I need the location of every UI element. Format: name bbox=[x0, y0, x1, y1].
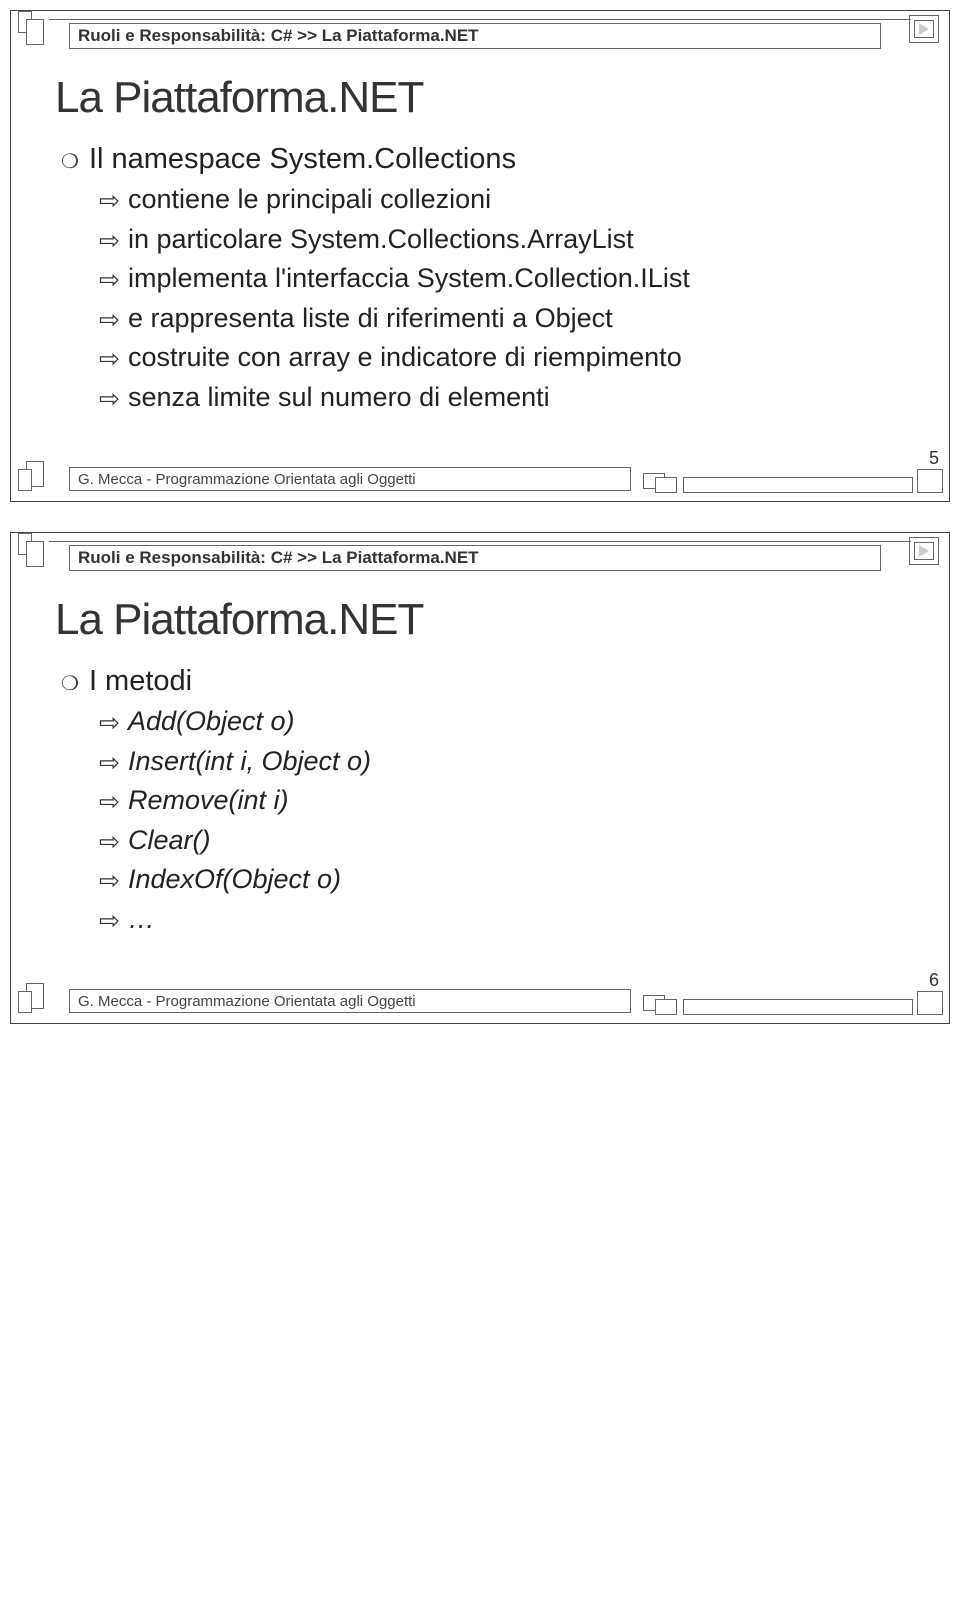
list-item-text: Clear() bbox=[128, 823, 911, 858]
footer-ornament-left bbox=[16, 981, 56, 1021]
arrow-icon: ⇨ bbox=[99, 182, 120, 218]
footer-text-box: G. Mecca - Programmazione Orientata agli… bbox=[69, 989, 631, 1013]
arrow-icon: ⇨ bbox=[99, 744, 120, 780]
footer-ornament-left bbox=[16, 459, 56, 499]
list-item-text: Add(Object o) bbox=[128, 704, 911, 739]
page-number: 6 bbox=[929, 970, 939, 991]
arrow-icon: ⇨ bbox=[99, 301, 120, 337]
list-item-text: senza limite sul numero di elementi bbox=[128, 380, 911, 415]
footer-text: G. Mecca - Programmazione Orientata agli… bbox=[78, 993, 416, 1010]
breadcrumb-text: Ruoli e Responsabilità: C# >> La Piattaf… bbox=[78, 26, 479, 46]
arrow-icon: ⇨ bbox=[99, 823, 120, 859]
arrow-icon: ⇨ bbox=[99, 783, 120, 819]
topic-line: ❍ Il namespace System.Collections bbox=[61, 143, 911, 176]
circle-bullet-icon: ❍ bbox=[61, 671, 79, 696]
slide-2: Ruoli e Responsabilità: C# >> La Piattaf… bbox=[10, 532, 950, 1024]
list-item-text: IndexOf(Object o) bbox=[128, 862, 911, 897]
play-icon bbox=[919, 545, 929, 557]
topic-text: Il namespace System.Collections bbox=[89, 143, 516, 176]
arrow-icon: ⇨ bbox=[99, 340, 120, 376]
header: Ruoli e Responsabilità: C# >> La Piattaf… bbox=[19, 541, 941, 575]
breadcrumb: Ruoli e Responsabilità: C# >> La Piattaf… bbox=[69, 545, 881, 571]
arrow-icon: ⇨ bbox=[99, 222, 120, 258]
breadcrumb: Ruoli e Responsabilità: C# >> La Piattaf… bbox=[69, 23, 881, 49]
list-item-text: Insert(int i, Object o) bbox=[128, 744, 911, 779]
list-item: ⇨ contiene le principali collezioni bbox=[99, 182, 911, 218]
list-item-text: Remove(int i) bbox=[128, 783, 911, 818]
slide-frame: Ruoli e Responsabilità: C# >> La Piattaf… bbox=[10, 10, 950, 502]
play-icon bbox=[919, 23, 929, 35]
footer-ornament-right: 5 bbox=[643, 465, 943, 497]
list-item: ⇨ … bbox=[99, 902, 911, 938]
circle-bullet-icon: ❍ bbox=[61, 149, 79, 174]
topic-line: ❍ I metodi bbox=[61, 665, 911, 698]
footer: G. Mecca - Programmazione Orientata agli… bbox=[19, 461, 941, 493]
list-item: ⇨ Insert(int i, Object o) bbox=[99, 744, 911, 780]
list-item-text: … bbox=[128, 902, 911, 937]
content: La Piattaforma.NET ❍ I metodi ⇨ Add(Obje… bbox=[19, 589, 941, 971]
list-item-text: implementa l'interfaccia System.Collecti… bbox=[128, 261, 911, 296]
header-ornament-left bbox=[16, 11, 56, 51]
list-item: ⇨ in particolare System.Collections.Arra… bbox=[99, 222, 911, 258]
footer: G. Mecca - Programmazione Orientata agli… bbox=[19, 983, 941, 1015]
slide-1: Ruoli e Responsabilità: C# >> La Piattaf… bbox=[10, 10, 950, 502]
list-item: ⇨ Clear() bbox=[99, 823, 911, 859]
list-item-text: in particolare System.Collections.ArrayL… bbox=[128, 222, 911, 257]
arrow-icon: ⇨ bbox=[99, 261, 120, 297]
footer-text: G. Mecca - Programmazione Orientata agli… bbox=[78, 471, 416, 488]
footer-ornament-right: 6 bbox=[643, 987, 943, 1019]
header-ornament-left bbox=[16, 533, 56, 573]
arrow-icon: ⇨ bbox=[99, 380, 120, 416]
content: La Piattaforma.NET ❍ Il namespace System… bbox=[19, 67, 941, 449]
list-item: ⇨ costruite con array e indicatore di ri… bbox=[99, 340, 911, 376]
page-title: La Piattaforma.NET bbox=[55, 595, 911, 645]
list-item: ⇨ Remove(int i) bbox=[99, 783, 911, 819]
breadcrumb-text: Ruoli e Responsabilità: C# >> La Piattaf… bbox=[78, 548, 479, 568]
page-title: La Piattaforma.NET bbox=[55, 73, 911, 123]
footer-text-box: G. Mecca - Programmazione Orientata agli… bbox=[69, 467, 631, 491]
list-item: ⇨ IndexOf(Object o) bbox=[99, 862, 911, 898]
list-item: ⇨ senza limite sul numero di elementi bbox=[99, 380, 911, 416]
header-ornament-right bbox=[909, 537, 943, 569]
slide-frame: Ruoli e Responsabilità: C# >> La Piattaf… bbox=[10, 532, 950, 1024]
arrow-icon: ⇨ bbox=[99, 862, 120, 898]
page-number: 5 bbox=[929, 448, 939, 469]
list-item: ⇨ Add(Object o) bbox=[99, 704, 911, 740]
header-ornament-right bbox=[909, 15, 943, 47]
list-item-text: e rappresenta liste di riferimenti a Obj… bbox=[128, 301, 911, 336]
arrow-icon: ⇨ bbox=[99, 704, 120, 740]
topic-text: I metodi bbox=[89, 665, 192, 698]
list-item-text: contiene le principali collezioni bbox=[128, 182, 911, 217]
list-item-text: costruite con array e indicatore di riem… bbox=[128, 340, 911, 375]
arrow-icon: ⇨ bbox=[99, 902, 120, 938]
list-item: ⇨ e rappresenta liste di riferimenti a O… bbox=[99, 301, 911, 337]
header: Ruoli e Responsabilità: C# >> La Piattaf… bbox=[19, 19, 941, 53]
list-item: ⇨ implementa l'interfaccia System.Collec… bbox=[99, 261, 911, 297]
